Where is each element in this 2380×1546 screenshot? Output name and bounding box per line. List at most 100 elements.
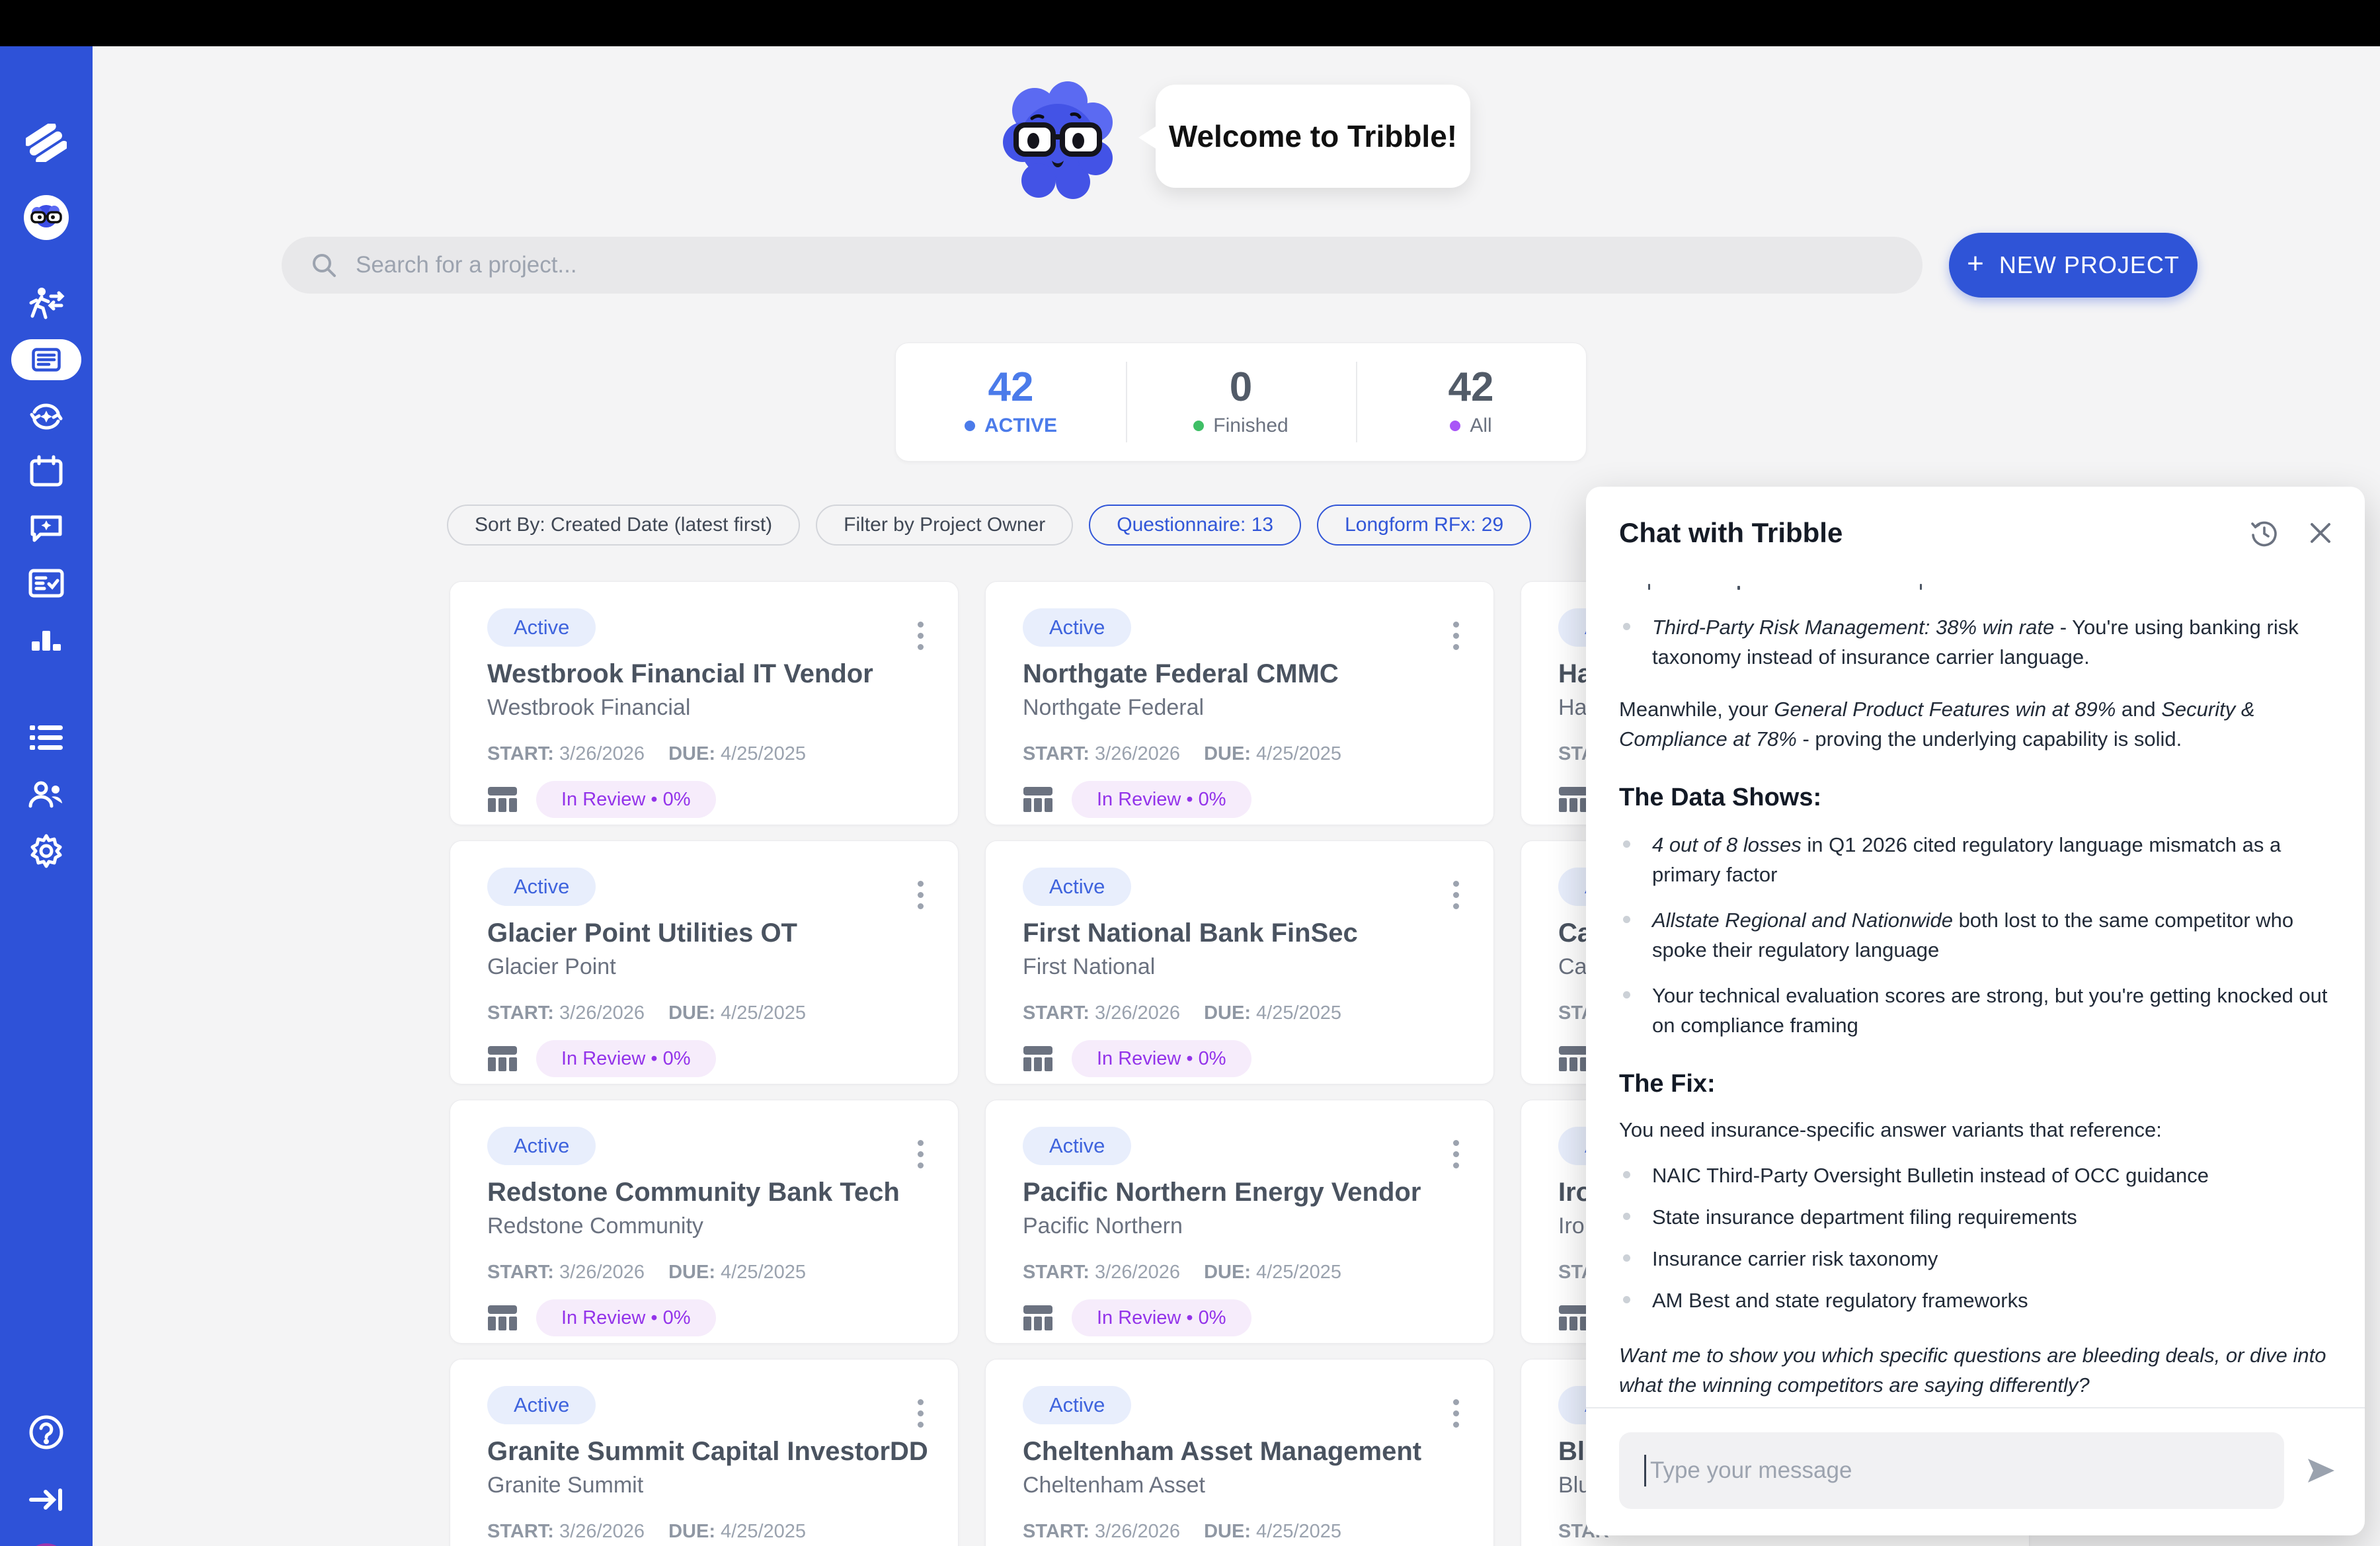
- project-card[interactable]: Active Glacier Point Utilities OT Glacie…: [450, 840, 959, 1084]
- card-menu-kebab-icon[interactable]: [912, 875, 929, 915]
- chat-bullet: 4 out of 8 losses in Q1 2026 cited regul…: [1619, 830, 2332, 889]
- avatar: [24, 195, 69, 240]
- sidebar-item-handoff[interactable]: [27, 286, 65, 321]
- card-menu-kebab-icon[interactable]: [1448, 875, 1464, 915]
- project-card[interactable]: Active Granite Summit Capital InvestorDD…: [450, 1359, 959, 1546]
- stat-finished-label: Finished: [1213, 415, 1288, 437]
- project-title: Pacific Northern Energy Vendor: [1023, 1177, 1456, 1207]
- project-card[interactable]: Active Redstone Community Bank Tech Reds…: [450, 1100, 959, 1344]
- stat-all[interactable]: 42 All: [1356, 343, 1586, 461]
- card-menu-kebab-icon[interactable]: [912, 1135, 929, 1174]
- search-placeholder: Search for a project...: [356, 252, 577, 278]
- chat-input-placeholder: Type your message: [1650, 1457, 1852, 1484]
- review-progress-badge: In Review • 0%: [536, 781, 716, 818]
- chip-filter-owner[interactable]: Filter by Project Owner: [816, 505, 1073, 546]
- review-progress-badge: In Review • 0%: [536, 1040, 716, 1077]
- stat-active-label: ACTIVE: [984, 415, 1057, 437]
- sidebar-item-collapse[interactable]: [28, 1486, 64, 1513]
- table-icon: [1558, 1304, 1589, 1332]
- project-title: Westbrook Financial IT Vendor: [487, 659, 921, 689]
- project-subtitle: Westbrook Financial: [487, 693, 921, 722]
- card-menu-kebab-icon[interactable]: [1448, 616, 1464, 655]
- project-title: Redstone Community Bank Tech: [487, 1177, 921, 1207]
- sidebar-item-checklist[interactable]: [28, 569, 64, 598]
- chat-bullet: NAIC Third-Party Oversight Bulletin inst…: [1619, 1160, 2332, 1190]
- sidebar-item-analytics[interactable]: [29, 626, 63, 655]
- sidebar-item-projects-active[interactable]: [11, 339, 81, 380]
- status-badge: Active: [487, 868, 596, 906]
- stat-finished[interactable]: 0 Finished: [1126, 343, 1356, 461]
- stat-finished-value: 0: [1230, 367, 1252, 408]
- chat-bullet: State insurance department filing requir…: [1619, 1202, 2332, 1232]
- new-project-button[interactable]: + NEW PROJECT: [1949, 233, 2198, 298]
- project-dates: START: 3/26/2026 DUE: 4/25/2025: [487, 1002, 921, 1024]
- active-dot-icon: [965, 421, 975, 431]
- sidebar-item-list[interactable]: [28, 724, 64, 752]
- sidebar-item-help[interactable]: [28, 1414, 64, 1450]
- project-card[interactable]: Active Northgate Federal CMMC Northgate …: [985, 581, 1494, 825]
- project-dates: START: 3/26/2026 DUE: 4/25/2025: [1023, 1262, 1456, 1283]
- project-card[interactable]: Active Cheltenham Asset Management Chelt…: [985, 1359, 1494, 1546]
- project-subtitle: Pacific Northern: [1023, 1211, 1456, 1241]
- chip-sort-by[interactable]: Sort By: Created Date (latest first): [447, 505, 800, 546]
- stat-all-label: All: [1470, 415, 1491, 437]
- card-menu-kebab-icon[interactable]: [1448, 1135, 1464, 1174]
- chat-message-input[interactable]: Type your message: [1619, 1432, 2284, 1509]
- chat-history-icon[interactable]: [2250, 518, 2279, 548]
- sidebar-item-calendar[interactable]: [29, 455, 63, 488]
- sidebar-item-chat-ai[interactable]: [28, 512, 64, 545]
- card-menu-kebab-icon[interactable]: [912, 1394, 929, 1433]
- project-card[interactable]: Active Pacific Northern Energy Vendor Pa…: [985, 1100, 1494, 1344]
- sidebar-item-team[interactable]: [28, 780, 65, 809]
- chat-messages: Third-Party Risk Management: 38% win rat…: [1586, 558, 2365, 1407]
- user-avatar[interactable]: TK: [24, 1543, 68, 1546]
- chip-longform-rfx[interactable]: Longform RFx: 29: [1317, 505, 1531, 546]
- project-title: First National Bank FinSec: [1023, 918, 1456, 948]
- project-subtitle: Granite Summit: [487, 1471, 921, 1500]
- project-subtitle: Northgate Federal: [1023, 693, 1456, 722]
- table-icon: [487, 1045, 518, 1073]
- project-footer: In Review • 0%: [487, 1299, 921, 1336]
- sidebar-item-settings[interactable]: [28, 833, 64, 869]
- tribble-mascot: [995, 76, 1121, 209]
- table-icon: [487, 786, 518, 813]
- send-message-icon[interactable]: [2304, 1455, 2338, 1486]
- welcome-bubble: Welcome to Tribble!: [1156, 85, 1470, 188]
- chat-input-row: Type your message: [1586, 1407, 2365, 1535]
- project-dates: START: 3/26/2026 DUE: 4/25/2025: [487, 1521, 921, 1543]
- table-icon: [1558, 1045, 1589, 1073]
- card-menu-kebab-icon[interactable]: [912, 616, 929, 655]
- project-card[interactable]: Active Westbrook Financial IT Vendor Wes…: [450, 581, 959, 825]
- chat-heading-fix: The Fix:: [1619, 1069, 2332, 1099]
- chat-bullet: Your technical evaluation scores are str…: [1619, 981, 2332, 1040]
- chat-bullet: AM Best and state regulatory frameworks: [1619, 1285, 2332, 1315]
- chat-paragraph: Meanwhile, your General Product Features…: [1619, 694, 2332, 754]
- project-subtitle: Redstone Community: [487, 1211, 921, 1241]
- project-dates: START: 3/26/2026 DUE: 4/25/2025: [487, 1262, 921, 1283]
- chat-closing-question: Want me to show you which specific quest…: [1619, 1340, 2332, 1400]
- project-footer: In Review • 0%: [1023, 1299, 1456, 1336]
- stat-active[interactable]: 42 ACTIVE: [896, 343, 1126, 461]
- project-title: Northgate Federal CMMC: [1023, 659, 1456, 689]
- project-card[interactable]: Active First National Bank FinSec First …: [985, 840, 1494, 1084]
- card-menu-kebab-icon[interactable]: [1448, 1394, 1464, 1433]
- chip-questionnaire[interactable]: Questionnaire: 13: [1089, 505, 1301, 546]
- project-search-input[interactable]: Search for a project...: [282, 237, 1923, 294]
- search-icon: [309, 251, 338, 280]
- chat-close-icon[interactable]: [2308, 520, 2333, 546]
- tribble-logo-icon[interactable]: [26, 124, 67, 162]
- review-progress-badge: In Review • 0%: [536, 1299, 716, 1336]
- table-icon: [1558, 786, 1589, 813]
- project-footer: In Review • 0%: [487, 1040, 921, 1077]
- project-dates: START: 3/26/2026 DUE: 4/25/2025: [1023, 1521, 1456, 1543]
- table-icon: [1023, 1045, 1053, 1073]
- app-screen: TK Welcome to Tribble!: [0, 0, 2380, 1546]
- review-progress-badge: In Review • 0%: [1072, 1299, 1251, 1336]
- table-icon: [1023, 786, 1053, 813]
- sidebar-item-sync-ai[interactable]: [28, 399, 65, 434]
- plus-icon: +: [1967, 247, 1985, 280]
- mascot-avatar-icon[interactable]: [24, 195, 69, 240]
- project-footer: In Review • 0%: [1023, 1040, 1456, 1077]
- user-initials: TK: [24, 1543, 68, 1546]
- chat-paragraph: You need insurance-specific answer varia…: [1619, 1115, 2332, 1145]
